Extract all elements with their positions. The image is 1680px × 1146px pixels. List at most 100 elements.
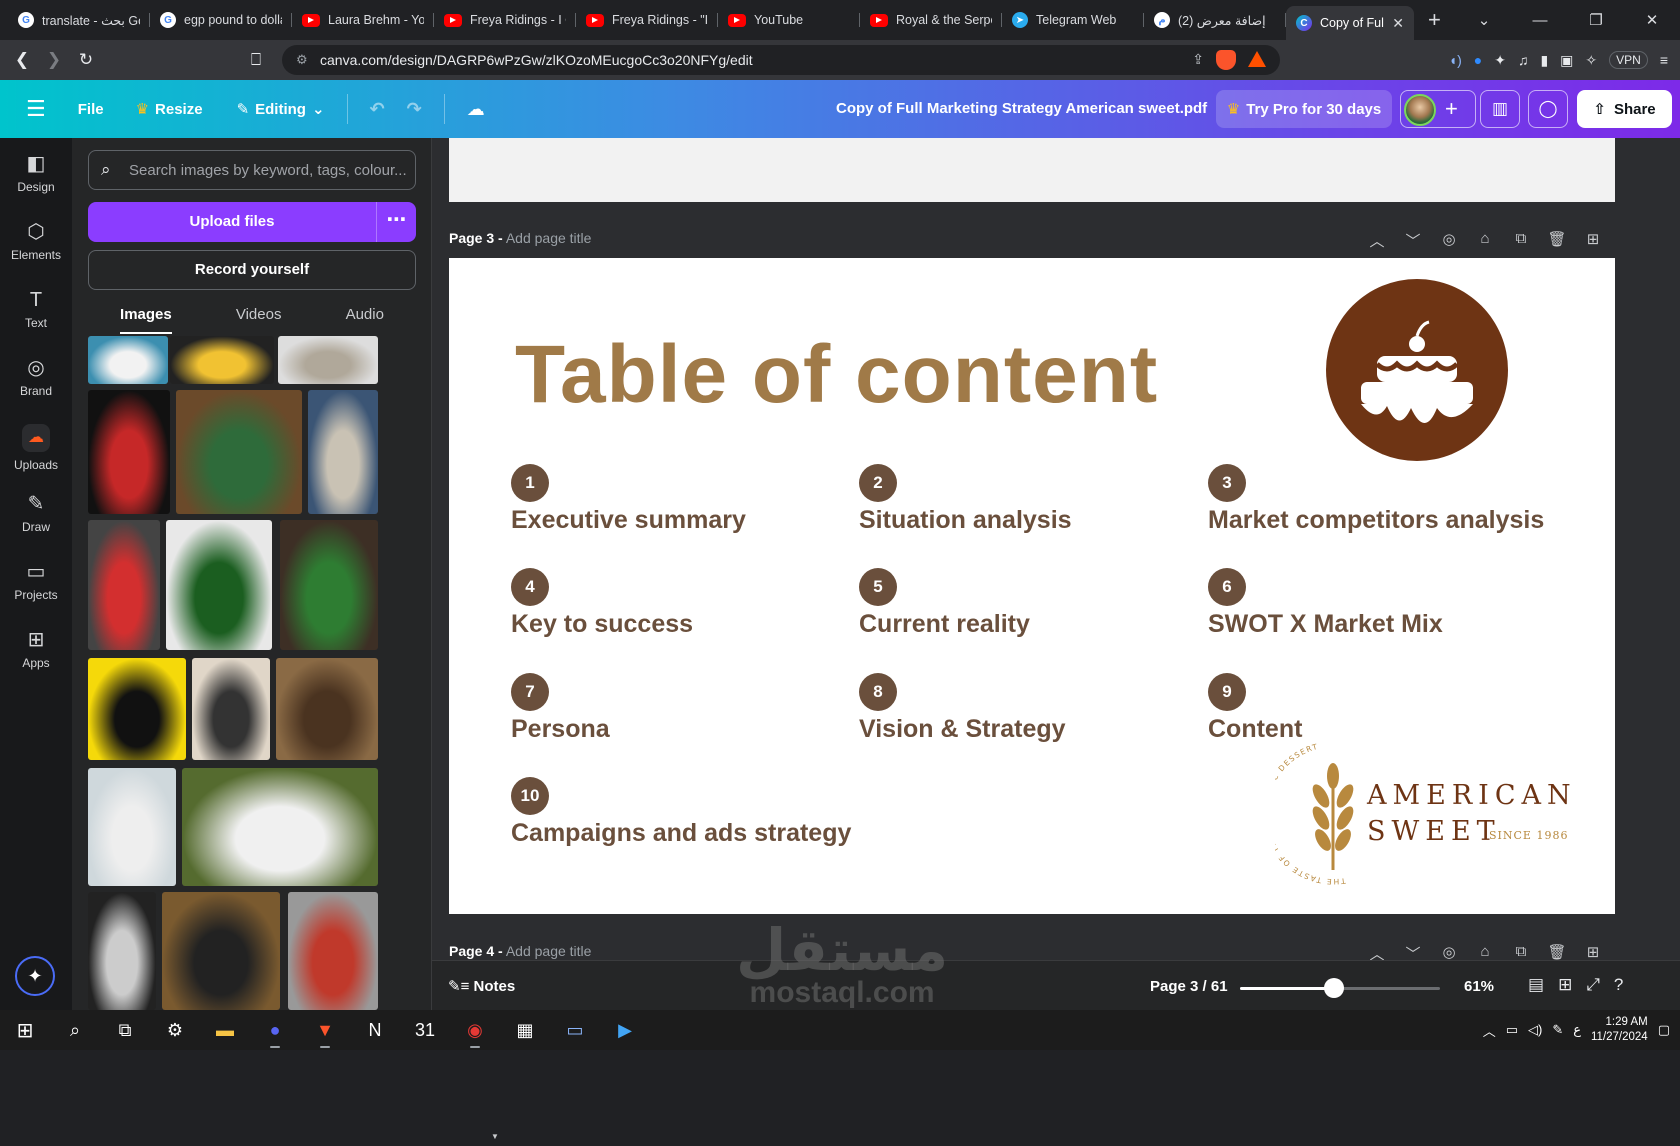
uploaded-image-thumbnail[interactable] — [278, 336, 378, 384]
uploaded-image-thumbnail[interactable] — [166, 520, 272, 650]
translate-extension-icon[interactable]: ◖) — [1449, 52, 1462, 68]
collaborators[interactable]: + — [1400, 90, 1476, 128]
tab-search-icon[interactable]: ⌄ — [1456, 11, 1512, 29]
toc-number[interactable]: 10 — [511, 777, 549, 815]
search-icon[interactable]: ⌕ — [50, 1010, 100, 1050]
share-page-icon[interactable]: ⇪ — [1192, 51, 1204, 68]
file-explorer-icon[interactable]: ▬ — [200, 1010, 250, 1050]
toc-number[interactable]: 4 — [511, 568, 549, 606]
cloud-saved-icon[interactable]: ☁ — [467, 99, 485, 120]
lock-icon[interactable]: ⌂ — [1474, 943, 1496, 960]
add-page-icon[interactable]: ⊞ — [1582, 943, 1604, 960]
duplicate-icon[interactable]: ⧉ — [1510, 943, 1532, 960]
toc-number[interactable]: 9 — [1208, 673, 1246, 711]
uploaded-image-thumbnail[interactable] — [88, 390, 170, 514]
uploaded-image-thumbnail[interactable] — [280, 520, 378, 650]
hide-page-icon[interactable]: ◎ — [1438, 230, 1460, 251]
browser-tab[interactable]: Gegp pound to dollar — [150, 5, 292, 35]
toc-item[interactable]: Key to success — [511, 610, 693, 639]
clock[interactable]: 1:29 AM 11/27/2024 — [1591, 1015, 1648, 1045]
editing-mode-button[interactable]: ✎ Editing ⌄ — [237, 100, 325, 119]
extensions-icon[interactable]: ✦ — [1494, 52, 1506, 69]
fullscreen-icon[interactable]: ⤢ — [1586, 975, 1600, 995]
browser-menu-icon[interactable]: ≡ — [1660, 52, 1668, 68]
record-yourself-button[interactable]: Record yourself — [88, 250, 416, 290]
grid-view-icon[interactable]: ⊞ — [1558, 975, 1572, 995]
network-icon[interactable]: ▭ — [1506, 1022, 1518, 1038]
reload-button[interactable]: ↻ — [70, 50, 102, 70]
uploaded-image-thumbnail[interactable] — [176, 390, 302, 514]
comments-button[interactable]: ◯ — [1528, 90, 1568, 128]
toc-item[interactable]: Content — [1208, 715, 1302, 744]
leo-ai-icon[interactable]: ✧ — [1585, 52, 1597, 69]
help-icon[interactable]: ? — [1614, 975, 1623, 995]
site-settings-icon[interactable]: ⚙ — [296, 52, 308, 68]
notion-icon[interactable]: N — [350, 1010, 400, 1050]
browser-tab[interactable]: Freya Ridings - "I C — [576, 5, 718, 35]
toc-item[interactable]: Vision & Strategy — [859, 715, 1066, 744]
uploaded-image-thumbnail[interactable] — [88, 658, 186, 760]
discord-icon[interactable]: ● — [250, 1010, 300, 1050]
toc-item[interactable]: Current reality — [859, 610, 1030, 639]
move-down-icon[interactable]: ﹀ — [1402, 230, 1424, 251]
rail-item-draw[interactable]: ✎ Draw — [0, 492, 72, 534]
notifications-icon[interactable]: ▢ — [1658, 1022, 1670, 1038]
uploaded-image-thumbnail[interactable] — [182, 768, 378, 886]
browser-tab[interactable]: Royal & the Serpe — [860, 5, 1002, 35]
rail-item-apps[interactable]: ⊞ Apps — [0, 628, 72, 670]
toc-number[interactable]: 2 — [859, 464, 897, 502]
rail-item-projects[interactable]: ▭ Projects — [0, 560, 72, 602]
american-sweet-brandmark[interactable]: THE TASTE OF THE AUTHENTIC DESSERT AMERI… — [1275, 738, 1575, 898]
avatar[interactable] — [1404, 94, 1436, 126]
toc-item[interactable]: Situation analysis — [859, 506, 1072, 535]
image-viewer-icon[interactable]: ▭ — [550, 1010, 600, 1050]
zoom-slider-handle[interactable] — [1324, 978, 1344, 998]
tab-audio[interactable]: Audio — [346, 298, 384, 334]
new-tab-button[interactable]: + — [1414, 7, 1455, 33]
toc-item[interactable]: Executive summary — [511, 506, 746, 535]
toc-item[interactable]: Campaigns and ads strategy — [511, 819, 851, 848]
browser-tab[interactable]: ➤ Telegram Web — [1002, 5, 1144, 35]
media-icon[interactable]: ♫ — [1518, 52, 1529, 68]
zoom-level[interactable]: 61% — [1464, 978, 1494, 995]
tab-videos[interactable]: Videos — [236, 298, 282, 334]
uploaded-image-thumbnail[interactable] — [88, 336, 168, 384]
brave-rewards-icon[interactable] — [1248, 51, 1266, 67]
uploaded-image-thumbnail[interactable] — [162, 892, 280, 1010]
uploaded-image-thumbnail[interactable] — [276, 658, 378, 760]
browser-tab[interactable]: Laura Brehm - You — [292, 5, 434, 35]
sidebar-icon[interactable]: ▮ — [1540, 52, 1548, 69]
duplicate-icon[interactable]: ⧉ — [1510, 230, 1532, 251]
media-player-icon[interactable]: ▶ — [600, 1010, 650, 1050]
toc-item[interactable]: Market competitors analysis — [1208, 506, 1544, 535]
restore-button[interactable]: ❐ — [1568, 11, 1624, 29]
toc-number[interactable]: 5 — [859, 568, 897, 606]
uploaded-image-thumbnail[interactable] — [88, 768, 176, 886]
redo-icon[interactable]: ↷ — [407, 99, 422, 120]
toc-item[interactable]: Persona — [511, 715, 610, 744]
uploaded-image-thumbnail[interactable] — [192, 658, 270, 760]
bookmark-icon[interactable]: ⎕ — [240, 50, 272, 70]
undo-icon[interactable]: ↶ — [370, 99, 385, 120]
rail-item-text[interactable]: T Text — [0, 288, 72, 330]
rail-item-uploads[interactable]: ☁ Uploads — [0, 424, 72, 472]
share-button[interactable]: ⇧ Share — [1577, 90, 1672, 128]
vpn-app-icon[interactable]: ◉ — [450, 1010, 500, 1050]
trash-icon[interactable]: 🗑 — [1546, 943, 1568, 960]
scroll-view-icon[interactable]: ▤ — [1528, 975, 1544, 995]
move-up-icon[interactable]: ︿ — [1366, 230, 1388, 251]
volume-icon[interactable]: ◁) — [1528, 1022, 1542, 1038]
trash-icon[interactable]: 🗑 — [1546, 230, 1568, 251]
calculator-icon[interactable]: ▦ — [500, 1010, 550, 1050]
cake-logo-icon[interactable] — [1325, 278, 1509, 462]
tray-chevron-icon[interactable]: ︿ — [1483, 1021, 1496, 1040]
windows-start-icon[interactable]: ⊞ — [0, 1010, 50, 1050]
task-view-icon[interactable]: ⧉ — [100, 1010, 150, 1050]
toc-number[interactable]: 1 — [511, 464, 549, 502]
rail-item-elements[interactable]: ⬡ Elements — [0, 220, 72, 262]
add-collaborator-icon[interactable]: + — [1445, 96, 1458, 122]
forward-button[interactable]: ❯ — [38, 50, 70, 70]
url-bar[interactable]: ⚙ canva.com/design/DAGRP6wPzGw/zlKOzoMEu… — [282, 45, 1280, 75]
brave-browser-icon[interactable]: ▼ — [300, 1010, 350, 1050]
zoom-slider[interactable] — [1240, 978, 1440, 998]
